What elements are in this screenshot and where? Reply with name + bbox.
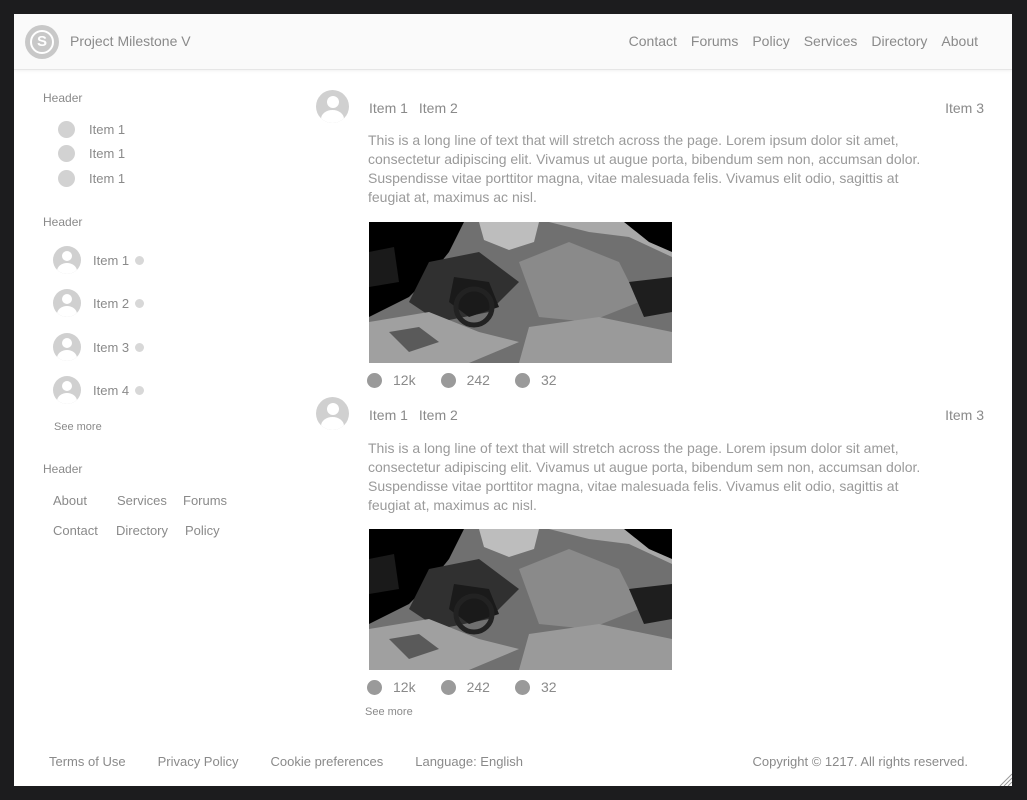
feed-see-more-link[interactable]: See more (365, 706, 413, 718)
post-meta: Item 1 Item 2 (369, 100, 458, 116)
status-dot-icon (135, 385, 145, 395)
like-count: 12k (393, 679, 416, 695)
footer-cookie-link[interactable]: Cookie preferences (271, 754, 384, 769)
share-count: 32 (540, 679, 557, 695)
nav-directory[interactable]: Directory (871, 33, 927, 49)
avatar-icon (53, 376, 81, 404)
like-count: 12k (393, 372, 416, 388)
contact-item[interactable]: Item 3 (53, 333, 145, 361)
post-meta: Item 1 Item 2 (369, 407, 458, 423)
sidebar-link-about[interactable]: About (53, 493, 117, 508)
post-stats: 12k 242 32 (367, 372, 582, 388)
status-dot-icon (135, 342, 145, 352)
status-dot-icon (135, 255, 145, 265)
share-stat[interactable]: 32 (514, 372, 557, 388)
contact-item[interactable]: Item 4 (53, 376, 145, 404)
avatar-icon (53, 289, 81, 317)
post-avatar-icon[interactable] (316, 397, 349, 430)
app-window: S Project Milestone V Contact Forums Pol… (14, 14, 1012, 786)
sidebar-link-forums[interactable]: Forums (183, 493, 227, 508)
circle-icon (58, 121, 75, 138)
sidebar-link-services[interactable]: Services (117, 493, 183, 508)
photo-image (369, 222, 672, 363)
comment-count: 242 (466, 372, 490, 388)
post-meta-item[interactable]: Item 2 (419, 100, 458, 116)
sidebar-item-label: Item 1 (89, 171, 126, 186)
post-meta-item[interactable]: Item 1 (369, 100, 408, 116)
post-avatar-icon[interactable] (316, 90, 349, 123)
share-icon (514, 679, 530, 695)
post-stats: 12k 242 32 (367, 679, 582, 695)
footer-privacy-link[interactable]: Privacy Policy (158, 754, 239, 769)
post-body: This is a long line of text that will st… (368, 440, 921, 513)
sidebar-link-directory[interactable]: Directory (116, 523, 185, 538)
post-meta-right[interactable]: Item 3 (945, 407, 984, 423)
resize-grip-icon[interactable] (998, 772, 1012, 786)
contact-label: Item 2 (93, 295, 130, 311)
sidebar-item[interactable]: Item 1 (58, 145, 125, 162)
contact-label: Item 4 (93, 382, 130, 398)
comment-count: 242 (466, 679, 490, 695)
post-image[interactable] (369, 222, 672, 363)
share-stat[interactable]: 32 (514, 679, 557, 695)
nav-about[interactable]: About (941, 33, 978, 49)
sidebar-see-more-link[interactable]: See more (54, 421, 102, 433)
top-bar: S Project Milestone V Contact Forums Pol… (14, 14, 1012, 70)
share-count: 32 (540, 372, 557, 388)
sidebar-item[interactable]: Item 1 (58, 121, 125, 138)
sidebar-item-label: Item 1 (89, 122, 126, 137)
like-icon (367, 372, 382, 388)
footer-language-link[interactable]: Language: English (415, 754, 523, 769)
like-icon (367, 679, 382, 695)
circle-icon (58, 170, 75, 187)
contact-item[interactable]: Item 2 (53, 289, 145, 317)
post-image[interactable] (369, 529, 672, 670)
share-icon (514, 372, 530, 388)
post-body: This is a long line of text that will st… (368, 132, 921, 205)
nav-policy[interactable]: Policy (752, 33, 789, 49)
logo-icon[interactable]: S (25, 25, 59, 59)
avatar-icon (53, 246, 81, 274)
post-meta-item[interactable]: Item 2 (419, 407, 458, 423)
comment-icon (440, 679, 456, 695)
comment-stat[interactable]: 242 (440, 372, 490, 388)
sidebar-item-label: Item 1 (89, 146, 126, 161)
post-meta-right[interactable]: Item 3 (945, 100, 984, 116)
sidebar-header: Header (43, 462, 83, 476)
sidebar-link-policy[interactable]: Policy (185, 523, 220, 538)
contact-label: Item 3 (93, 339, 130, 355)
top-nav: Contact Forums Policy Services Directory… (629, 33, 978, 49)
footer-links: Terms of Use Privacy Policy Cookie prefe… (49, 754, 555, 769)
sidebar-item[interactable]: Item 1 (58, 170, 125, 187)
avatar-icon (53, 333, 81, 361)
footer-terms-link[interactable]: Terms of Use (49, 754, 126, 769)
sidebar-header: Header (43, 215, 83, 229)
like-stat[interactable]: 12k (367, 372, 416, 388)
comment-icon (440, 372, 456, 388)
post-meta-item[interactable]: Item 1 (369, 407, 408, 423)
sidebar-header: Header (43, 91, 83, 105)
nav-services[interactable]: Services (804, 33, 858, 49)
circle-icon (58, 145, 75, 162)
contact-item[interactable]: Item 1 (53, 246, 145, 274)
status-dot-icon (135, 298, 145, 308)
nav-contact[interactable]: Contact (629, 33, 677, 49)
photo-image (369, 529, 672, 670)
app-title[interactable]: Project Milestone V (70, 33, 191, 49)
sidebar-link-contact[interactable]: Contact (53, 523, 116, 538)
comment-stat[interactable]: 242 (440, 679, 490, 695)
contact-label: Item 1 (93, 252, 130, 268)
sidebar-links-row: Contact Directory Policy (53, 523, 220, 538)
like-stat[interactable]: 12k (367, 679, 416, 695)
sidebar-links-row: About Services Forums (53, 493, 227, 508)
nav-forums[interactable]: Forums (691, 33, 738, 49)
copyright-text: Copyright © 1217. All rights reserved. (752, 754, 968, 769)
